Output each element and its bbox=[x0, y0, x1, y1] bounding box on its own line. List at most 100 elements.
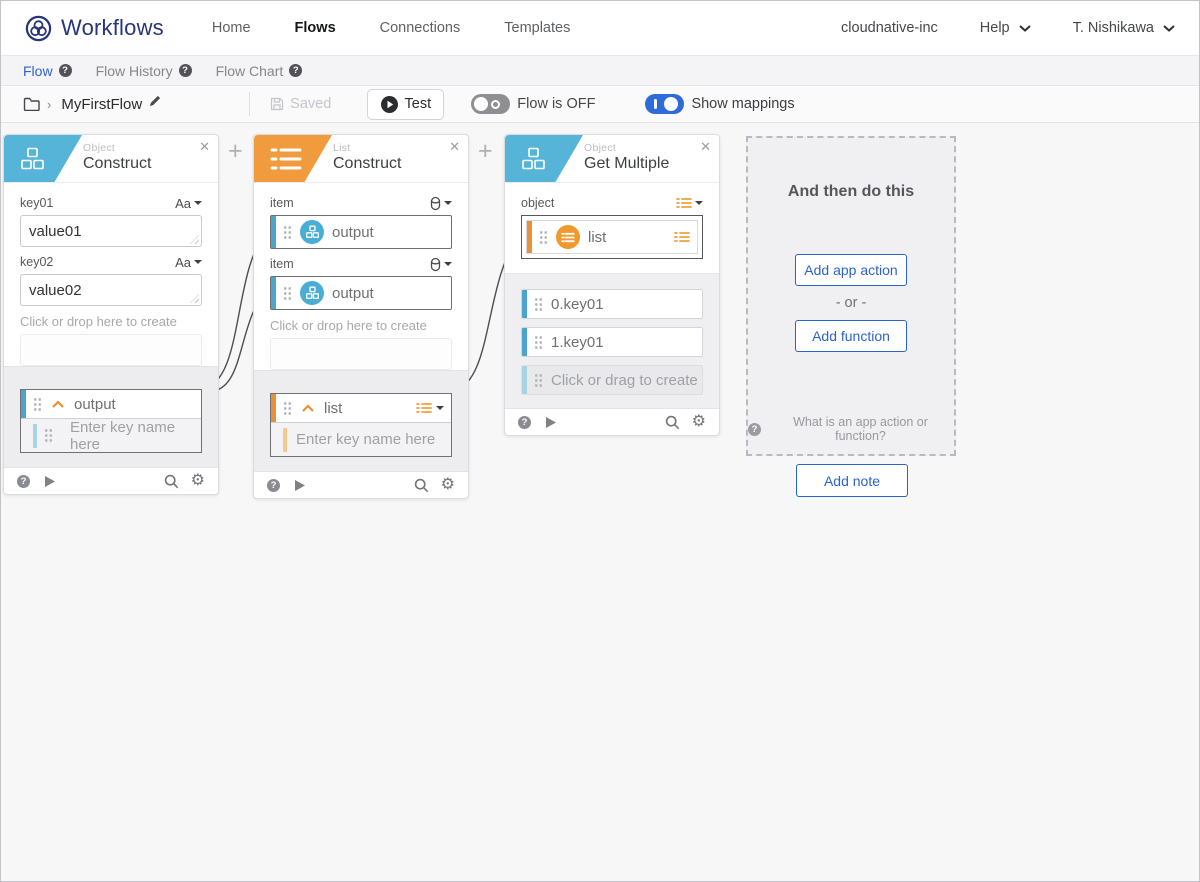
step-title: Construct bbox=[83, 155, 152, 172]
field-type-selector[interactable] bbox=[430, 257, 452, 272]
step-type-label: List bbox=[333, 142, 351, 154]
gear-icon[interactable]: ⚙ bbox=[692, 414, 706, 430]
help-circle-icon[interactable]: ? bbox=[518, 415, 531, 429]
output-group: output Enter key name here bbox=[20, 389, 202, 453]
new-key-row[interactable]: Enter key name here bbox=[21, 418, 201, 453]
edit-pencil-icon[interactable] bbox=[149, 95, 161, 107]
nav-item-connections[interactable]: Connections bbox=[380, 20, 461, 36]
nav-item-templates[interactable]: Templates bbox=[504, 20, 570, 36]
drag-handle-icon[interactable] bbox=[534, 334, 543, 350]
key-row[interactable]: 1.key01 bbox=[521, 327, 703, 357]
drag-handle-icon[interactable] bbox=[283, 285, 292, 301]
workflow-canvas[interactable]: ✕ Object Construct key01 Aa value01 key0… bbox=[1, 123, 1199, 881]
key-name-placeholder: Enter key name here bbox=[296, 431, 436, 448]
nav-item-home[interactable]: Home bbox=[212, 20, 251, 36]
flow-name[interactable]: MyFirstFlow bbox=[61, 96, 142, 113]
output-row[interactable]: list bbox=[271, 394, 451, 422]
object-icon bbox=[305, 225, 319, 238]
field-type-selector[interactable]: Aa bbox=[175, 255, 202, 270]
test-button[interactable]: Test bbox=[367, 88, 445, 120]
help-circle-icon[interactable]: ? bbox=[289, 64, 303, 77]
step-card-object-construct[interactable]: ✕ Object Construct key01 Aa value01 key0… bbox=[3, 134, 219, 495]
field-type-selector[interactable] bbox=[430, 196, 452, 211]
resize-grip-icon[interactable] bbox=[190, 235, 199, 244]
drag-handle-icon[interactable] bbox=[283, 224, 292, 240]
brand[interactable]: Workflows bbox=[25, 15, 164, 42]
gear-icon[interactable]: ⚙ bbox=[441, 477, 455, 493]
mapping-bar bbox=[522, 366, 527, 394]
resize-grip-icon[interactable] bbox=[190, 294, 199, 303]
object-icon bbox=[522, 147, 545, 170]
close-icon[interactable]: ✕ bbox=[700, 139, 711, 155]
mapping-bar bbox=[21, 390, 26, 418]
search-icon[interactable] bbox=[164, 474, 179, 489]
chevron-up-icon[interactable] bbox=[302, 404, 314, 412]
mapped-input-row[interactable]: output bbox=[270, 276, 452, 310]
list-type-selector[interactable] bbox=[416, 402, 444, 414]
saved-status: Saved bbox=[270, 96, 331, 112]
value-input[interactable]: value02 bbox=[20, 274, 202, 306]
key-row[interactable]: 0.key01 bbox=[521, 289, 703, 319]
add-key-row[interactable]: Click or drag to create bbox=[521, 365, 703, 395]
chevron-down-icon bbox=[1163, 24, 1175, 32]
drop-target[interactable] bbox=[20, 334, 202, 366]
drag-handle-icon[interactable] bbox=[539, 229, 548, 245]
user-menu[interactable]: T. Nishikawa bbox=[1073, 20, 1175, 36]
chevron-up-icon[interactable] bbox=[52, 400, 64, 408]
drag-handle-icon[interactable] bbox=[534, 296, 543, 312]
run-step-icon[interactable] bbox=[544, 416, 557, 429]
org-name: cloudnative-inc bbox=[841, 20, 938, 36]
nav-item-flows[interactable]: Flows bbox=[295, 20, 336, 36]
card-footer: ? ⚙ bbox=[4, 467, 218, 494]
main-nav: Home Flows Connections Templates bbox=[212, 20, 570, 36]
flow-toggle-label: Flow is OFF bbox=[517, 96, 596, 112]
step-card-object-get-multiple[interactable]: ✕ Object Get Multiple object list 0.key0… bbox=[504, 134, 720, 436]
help-circle-icon[interactable]: ? bbox=[178, 64, 192, 77]
search-icon[interactable] bbox=[665, 415, 680, 430]
mapped-input-row[interactable]: list bbox=[526, 220, 698, 254]
card-keys-section: 0.key01 1.key01 Click or drag to create bbox=[505, 273, 719, 408]
close-icon[interactable]: ✕ bbox=[199, 139, 210, 155]
tab-flow[interactable]: Flow ? bbox=[23, 63, 72, 79]
show-mappings-toggle-group: Show mappings bbox=[645, 94, 795, 114]
toggle-knob bbox=[664, 97, 679, 111]
folder-icon[interactable] bbox=[23, 97, 40, 111]
toggle-knob bbox=[474, 97, 489, 111]
help-circle-icon[interactable]: ? bbox=[58, 64, 72, 77]
flow-enabled-toggle[interactable] bbox=[471, 94, 511, 114]
add-function-button[interactable]: Add function bbox=[795, 320, 907, 352]
drag-handle-icon[interactable] bbox=[283, 400, 292, 416]
field-type-selector[interactable] bbox=[676, 197, 703, 209]
help-circle-icon[interactable]: ? bbox=[17, 474, 30, 488]
run-step-icon[interactable] bbox=[43, 475, 56, 488]
caret-down-icon bbox=[194, 201, 202, 205]
help-circle-icon[interactable]: ? bbox=[267, 478, 280, 492]
search-icon[interactable] bbox=[414, 478, 429, 493]
step-card-list-construct[interactable]: ✕ List Construct item output item output… bbox=[253, 134, 469, 499]
output-row[interactable]: output bbox=[21, 390, 201, 418]
help-menu[interactable]: Help bbox=[980, 20, 1031, 36]
chevron-down-icon bbox=[1018, 24, 1031, 32]
step-title: Get Multiple bbox=[584, 155, 670, 172]
panel-hint[interactable]: ? What is an app action or function? bbox=[748, 415, 954, 443]
add-step-button[interactable]: + bbox=[228, 137, 243, 166]
drag-handle-icon[interactable] bbox=[33, 396, 42, 412]
drop-target[interactable] bbox=[270, 338, 452, 370]
data-type-icon bbox=[430, 196, 441, 210]
workflows-logo-icon bbox=[25, 15, 52, 41]
tab-flow-chart[interactable]: Flow Chart ? bbox=[216, 63, 303, 79]
tab-flow-history[interactable]: Flow History ? bbox=[96, 63, 192, 79]
field-type-selector[interactable]: Aa bbox=[175, 196, 202, 211]
value-input[interactable]: value01 bbox=[20, 215, 202, 247]
mapped-input-row[interactable]: output bbox=[270, 215, 452, 249]
card-footer: ? ⚙ bbox=[505, 408, 719, 435]
run-step-icon[interactable] bbox=[293, 479, 306, 492]
add-note-button[interactable]: Add note bbox=[796, 464, 908, 497]
close-icon[interactable]: ✕ bbox=[449, 139, 460, 155]
add-step-button[interactable]: + bbox=[478, 137, 493, 166]
show-mappings-toggle[interactable] bbox=[645, 94, 685, 114]
flow-enabled-toggle-group: Flow is OFF bbox=[471, 94, 595, 114]
add-app-action-button[interactable]: Add app action bbox=[795, 254, 907, 286]
gear-icon[interactable]: ⚙ bbox=[191, 473, 205, 489]
new-key-row[interactable]: Enter key name here bbox=[271, 422, 451, 456]
